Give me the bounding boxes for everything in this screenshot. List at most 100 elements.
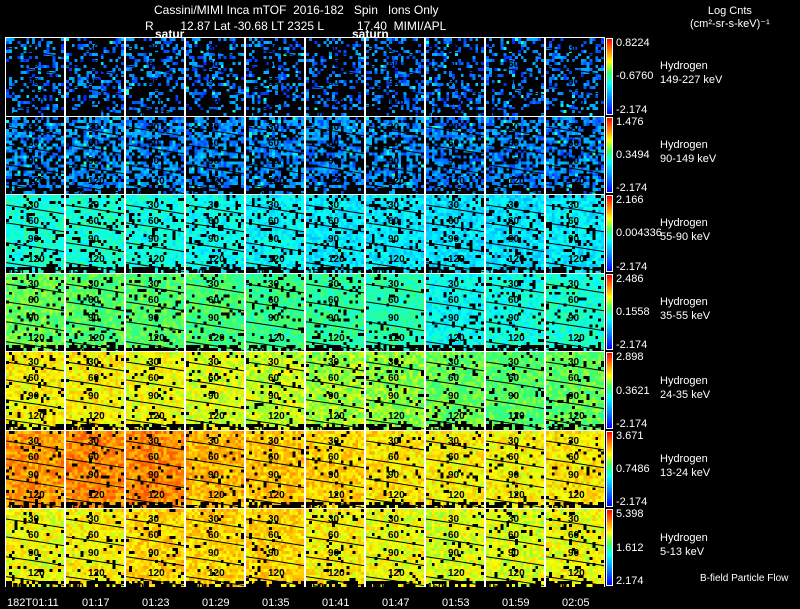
contour-label: 30 (208, 278, 220, 290)
contour-label: 90 (568, 312, 580, 324)
contour-label: 60 (448, 59, 460, 70)
colorbar-mid-label: 0.3621 (616, 384, 650, 397)
contour-label: 60 (328, 137, 340, 149)
heatmap-panel: 306090120150 (5, 429, 65, 509)
contour-label: 60 (388, 530, 400, 542)
units-line1: Log Cnts (707, 5, 752, 17)
heatmap-panel: 306090120150 (5, 508, 65, 587)
contour-label: 60 (568, 451, 580, 463)
contour-label: 120 (208, 332, 225, 344)
heatmap-panel: 306090120150 (485, 429, 545, 509)
colorbar-max-label: 2.166 (616, 194, 644, 207)
contour-label: 120 (88, 332, 105, 344)
contour-label: 90 (28, 155, 40, 167)
contour-label: 90 (448, 548, 460, 560)
contour-label: 60 (388, 294, 400, 306)
contour-label: 60 (28, 373, 40, 385)
contour-label: 60 (88, 451, 100, 463)
heatmap-panel: 306090120150 (65, 37, 125, 116)
colorbar-max-label: 2.898 (616, 351, 644, 364)
contour-label: 30 (448, 514, 460, 526)
contour-label: 120 (508, 254, 525, 266)
heatmap-panel: 306090120150 (65, 429, 125, 509)
heatmap-panel: 306090120150 (365, 351, 425, 430)
colorbar-max-label: 5.398 (616, 508, 644, 521)
time-tick-label: 01:23 (142, 597, 170, 609)
contour-label: 30 (28, 43, 40, 54)
contour-label: 120 (388, 489, 405, 501)
contour-label: 30 (328, 514, 340, 526)
contour-label: 90 (268, 548, 280, 560)
contour-label: 60 (28, 216, 40, 228)
heatmap-panel: 306090120150 (185, 37, 245, 116)
contour-label: 90 (448, 312, 460, 324)
contour-label: 60 (508, 59, 520, 70)
contour-label: 30 (208, 514, 220, 526)
energy-range-label: 24-35 keV (660, 388, 711, 401)
heatmap-panel: 306090120150 (425, 508, 485, 587)
contour-label: 60 (568, 530, 580, 542)
contour-label: 90 (148, 155, 160, 167)
contour-label: 120 (148, 568, 165, 580)
contour-label: 120 (448, 489, 465, 501)
contour-label: 120 (568, 489, 585, 501)
contour-label: 90 (208, 77, 220, 88)
contour-label: 60 (508, 373, 520, 385)
contour-label: 90 (208, 469, 220, 481)
contour-label: 60 (568, 137, 580, 149)
heatmap-panel: 306090120150 (545, 508, 605, 587)
contour-label: 60 (268, 137, 280, 149)
contour-label: 30 (148, 200, 160, 212)
colorbar-units: Log Cnts (cm²-sr-s-keV)⁻¹ (690, 5, 770, 31)
contour-label: 120 (28, 97, 45, 108)
contour-label: 90 (28, 234, 40, 246)
contour-label: 90 (28, 77, 40, 88)
heatmap-panel: 306090120150 (5, 115, 65, 195)
contour-label: 90 (508, 77, 520, 88)
units-line2: (cm²-sr-s-keV)⁻¹ (690, 18, 770, 30)
contour-label: 90 (28, 391, 40, 403)
heatmap-panel: 306090120150 (485, 508, 545, 587)
contour-label: 30 (148, 121, 160, 133)
contour-label: 90 (328, 312, 340, 324)
contour-label: 90 (28, 312, 40, 324)
contour-label: 120 (88, 97, 105, 108)
contour-label: 30 (88, 121, 100, 133)
contour-label: 60 (328, 294, 340, 306)
contour-label: 60 (88, 137, 100, 149)
time-tick-label: 01:35 (262, 597, 290, 609)
contour-label: 120 (448, 97, 465, 108)
time-tick-label: 01:17 (82, 597, 110, 609)
contour-label: 30 (568, 121, 580, 133)
contour-label: 30 (568, 514, 580, 526)
contour-label: 60 (448, 216, 460, 228)
contour-label: 120 (328, 254, 345, 266)
species-energy-label: Hydrogen 24-35 keV (660, 374, 710, 402)
contour-label: 90 (88, 548, 100, 560)
contour-label: 60 (208, 451, 220, 463)
heatmap-panel: 306090120150 (5, 37, 65, 116)
contour-label: 120 (508, 97, 525, 108)
contour-label: 30 (28, 121, 40, 133)
contour-label: 30 (88, 278, 100, 290)
contour-label: 90 (568, 391, 580, 403)
colorbar (606, 38, 613, 115)
contour-label: 60 (328, 373, 340, 385)
heatmap-panel: 306090120150 (485, 272, 545, 352)
time-tick-label: 01:53 (442, 597, 470, 609)
contour-label: 90 (568, 155, 580, 167)
time-tick-label: 01:47 (382, 597, 410, 609)
contour-label: 120 (508, 332, 525, 344)
contour-label: 150 (547, 583, 564, 587)
contour-label: 120 (148, 97, 165, 108)
contour-label: 90 (88, 155, 100, 167)
heatmap-panel: 306090120150 (185, 194, 245, 273)
heatmap-panel: 306090120150 (5, 194, 65, 273)
contour-label: 90 (208, 234, 220, 246)
contour-label: 30 (388, 278, 400, 290)
heatmap-panel: 306090120150 (65, 508, 125, 587)
heatmap-panel: 306090120150 (125, 351, 185, 430)
contour-label: 30 (508, 514, 520, 526)
heatmap-panel: 306090120150 (125, 272, 185, 352)
contour-label: 30 (508, 121, 520, 133)
